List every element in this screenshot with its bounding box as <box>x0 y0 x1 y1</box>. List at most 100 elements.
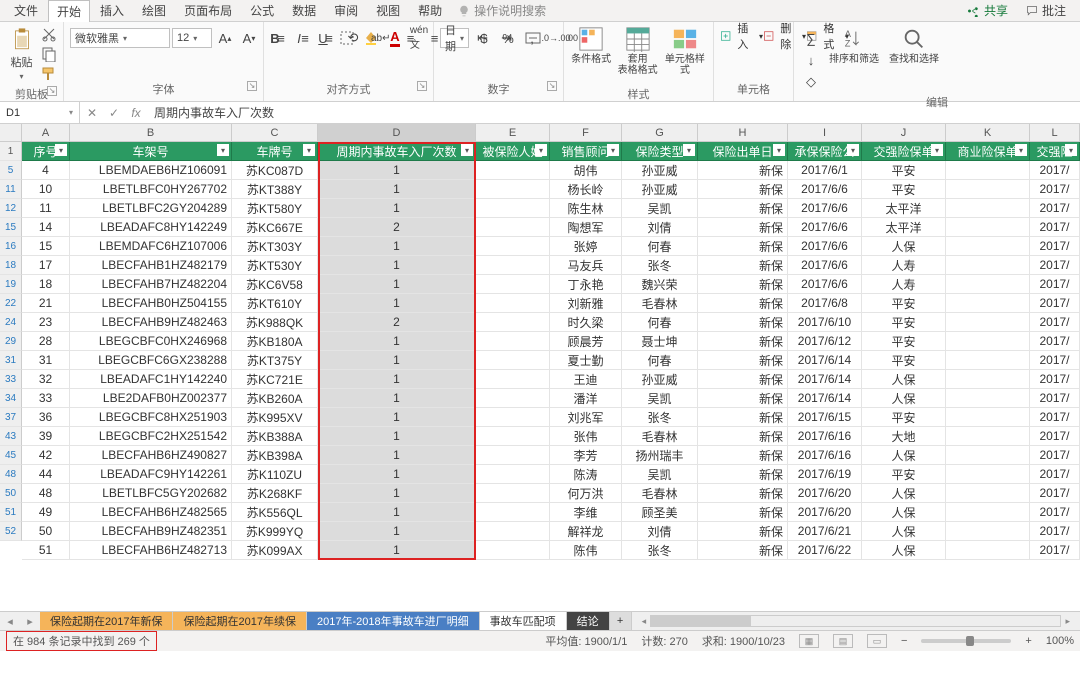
currency-icon[interactable]: $ <box>473 28 495 48</box>
cell[interactable]: 苏K099AX <box>232 541 318 560</box>
cell[interactable]: 吴凯 <box>622 389 698 408</box>
conditional-formatting-button[interactable]: 条件格式 <box>570 24 612 84</box>
row-header[interactable]: 31 <box>0 351 22 370</box>
cell[interactable]: 苏KB180A <box>232 332 318 351</box>
cell[interactable]: 48 <box>22 484 70 503</box>
font-dialog-launcher[interactable]: ↘ <box>247 81 257 91</box>
clear-icon[interactable]: ◇ <box>800 72 822 92</box>
font-size-combo[interactable]: 12▾ <box>172 28 212 48</box>
row-header[interactable]: 18 <box>0 256 22 275</box>
cell[interactable]: 苏KC6V58 <box>232 275 318 294</box>
find-select-button[interactable]: 查找和选择 <box>886 24 942 84</box>
autosum-icon[interactable]: ∑ <box>800 28 822 48</box>
cell[interactable]: 2017/6/6 <box>788 199 862 218</box>
cell[interactable]: 51 <box>22 541 70 560</box>
cell[interactable]: LBEGCBFC6GX238288 <box>70 351 232 370</box>
cell[interactable]: 魏兴荣 <box>622 275 698 294</box>
cell[interactable]: 2017/6/22 <box>788 541 862 560</box>
cell[interactable]: LBEADAFC8HY142249 <box>70 218 232 237</box>
row-header[interactable]: 33 <box>0 370 22 389</box>
fx-icon[interactable]: fx <box>128 106 144 120</box>
cell[interactable]: 10 <box>22 180 70 199</box>
cell[interactable]: 2017/6/21 <box>788 522 862 541</box>
cell[interactable]: LBECFAHB6HZ482565 <box>70 503 232 522</box>
filter-icon[interactable] <box>847 144 859 156</box>
cell[interactable]: LBE2DAFB0HZ002377 <box>70 389 232 408</box>
new-sheet-button[interactable]: + <box>610 612 632 630</box>
cell[interactable]: 32 <box>22 370 70 389</box>
align-middle-icon[interactable]: ≡ <box>294 28 316 48</box>
share-button[interactable]: 共享 <box>960 0 1016 21</box>
filter-icon[interactable] <box>303 144 315 156</box>
row-header[interactable]: 48 <box>0 465 22 484</box>
cell[interactable]: 2017/6/16 <box>788 427 862 446</box>
zoom-in-icon[interactable]: + <box>1025 635 1031 647</box>
cell[interactable]: 1 <box>318 351 476 370</box>
cell[interactable] <box>946 465 1030 484</box>
cell[interactable]: 1 <box>318 484 476 503</box>
cell[interactable]: 毛春林 <box>622 294 698 313</box>
table-header[interactable]: 承保保险公 <box>788 142 862 161</box>
menu-formulas[interactable]: 公式 <box>242 0 282 21</box>
cell[interactable]: 2017/6/6 <box>788 237 862 256</box>
col-header-F[interactable]: F <box>550 124 622 141</box>
cell[interactable]: 2017/ <box>1030 408 1080 427</box>
cell[interactable]: 新保 <box>698 465 788 484</box>
row-header[interactable]: 5 <box>0 161 22 180</box>
cell[interactable]: 人寿 <box>862 275 946 294</box>
cell[interactable]: 新保 <box>698 218 788 237</box>
font-name-combo[interactable]: 微软雅黑▾ <box>70 28 170 48</box>
cell[interactable]: 人寿 <box>862 256 946 275</box>
cell[interactable]: 何春 <box>622 313 698 332</box>
sheet-tab-3[interactable]: 事故车匹配项 <box>480 612 567 630</box>
cell[interactable]: 49 <box>22 503 70 522</box>
cell[interactable]: 2017/ <box>1030 522 1080 541</box>
cell[interactable]: LBECFAHB9HZ482463 <box>70 313 232 332</box>
cell[interactable] <box>946 313 1030 332</box>
comments-button[interactable]: 批注 <box>1018 0 1074 21</box>
cell[interactable]: 杨长岭 <box>550 180 622 199</box>
cell[interactable]: 苏K999YQ <box>232 522 318 541</box>
cell[interactable]: 2017/6/16 <box>788 446 862 465</box>
accept-formula-icon[interactable]: ✓ <box>106 106 122 120</box>
cell[interactable] <box>946 332 1030 351</box>
horizontal-scrollbar[interactable]: ◂ ▸ <box>632 612 1080 630</box>
col-header-I[interactable]: I <box>788 124 862 141</box>
cell[interactable]: 平安 <box>862 351 946 370</box>
cell[interactable]: 苏KC721E <box>232 370 318 389</box>
table-header[interactable]: 车架号 <box>70 142 232 161</box>
cell[interactable]: 人保 <box>862 237 946 256</box>
orientation-icon[interactable]: ⟲ <box>342 28 364 48</box>
copy-icon[interactable] <box>41 46 57 62</box>
cell[interactable]: 2 <box>318 313 476 332</box>
tab-nav[interactable]: ◂▸ <box>0 612 40 630</box>
cell[interactable]: 44 <box>22 465 70 484</box>
cell[interactable]: 平安 <box>862 465 946 484</box>
cell[interactable] <box>946 541 1030 560</box>
table-header[interactable]: 车牌号 <box>232 142 318 161</box>
cell[interactable]: 吴凯 <box>622 199 698 218</box>
cell[interactable] <box>476 389 550 408</box>
menu-help[interactable]: 帮助 <box>410 0 450 21</box>
cell[interactable]: 2017/6/1 <box>788 161 862 180</box>
cell[interactable]: 4 <box>22 161 70 180</box>
cell[interactable]: 1 <box>318 199 476 218</box>
spreadsheet-grid[interactable]: ABCDEFGHIJKL 151112151618192224293133343… <box>0 124 1080 612</box>
filter-icon[interactable] <box>773 144 785 156</box>
cell[interactable] <box>476 370 550 389</box>
cell[interactable]: 新保 <box>698 256 788 275</box>
cell[interactable]: 苏KT303Y <box>232 237 318 256</box>
cell[interactable]: 50 <box>22 522 70 541</box>
alignment-dialog-launcher[interactable]: ↘ <box>417 81 427 91</box>
cell[interactable]: 人保 <box>862 503 946 522</box>
cell[interactable]: 苏KT388Y <box>232 180 318 199</box>
cell[interactable]: 李维 <box>550 503 622 522</box>
cell[interactable]: 苏K988QK <box>232 313 318 332</box>
row-header[interactable]: 11 <box>0 180 22 199</box>
col-header-B[interactable]: B <box>70 124 232 141</box>
cell[interactable]: 张冬 <box>622 256 698 275</box>
cell[interactable]: 新保 <box>698 275 788 294</box>
cell[interactable]: 孙亚威 <box>622 370 698 389</box>
cell[interactable] <box>476 161 550 180</box>
table-header[interactable]: 交强险保单 <box>862 142 946 161</box>
